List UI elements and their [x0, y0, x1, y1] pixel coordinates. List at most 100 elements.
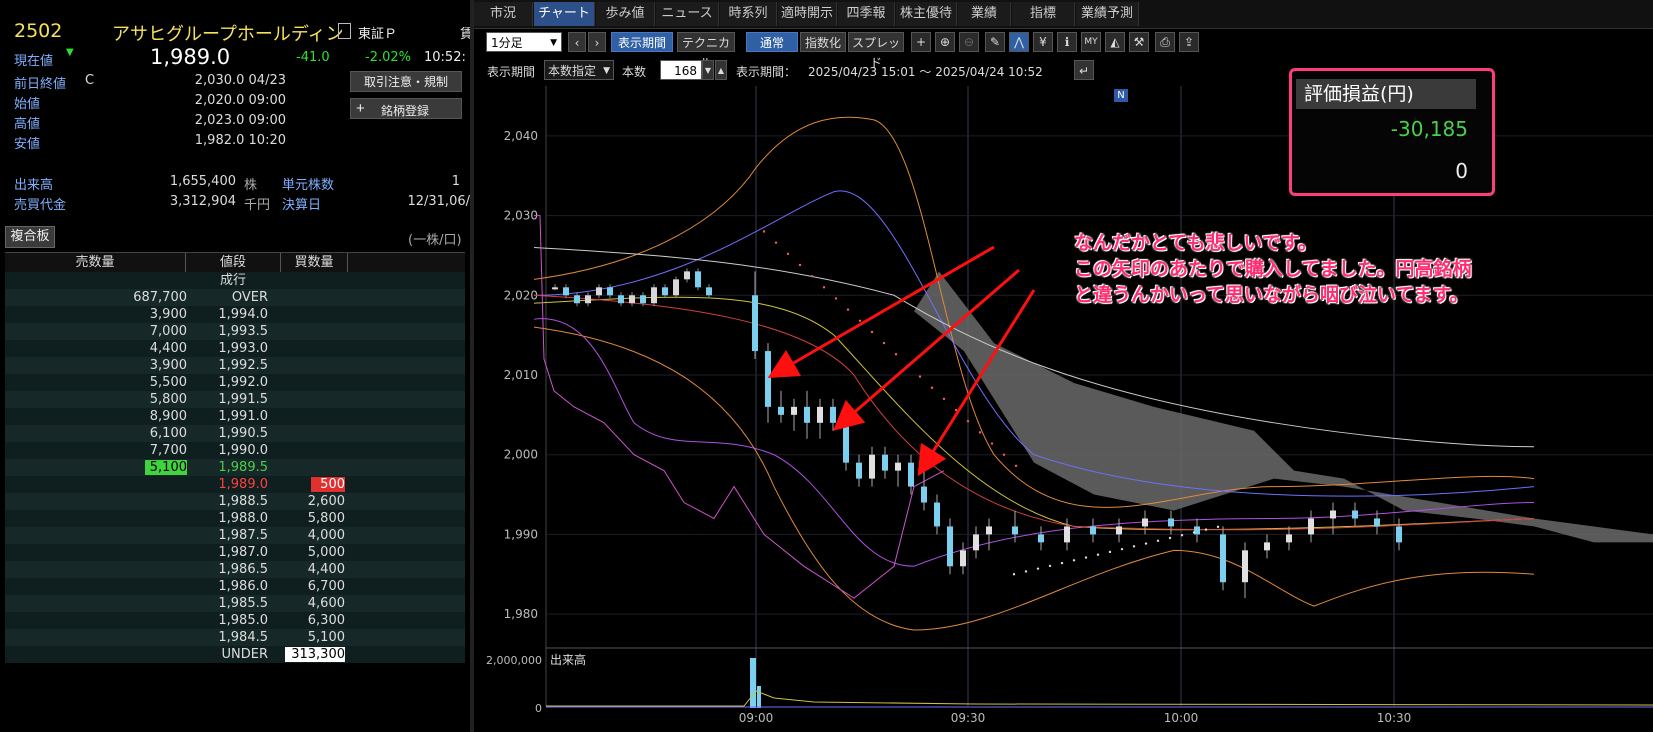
- sar-dot: [1204, 528, 1208, 531]
- orderbook-row[interactable]: 1,988.5 2,600: [5, 493, 465, 510]
- sar-dot: [1096, 553, 1100, 556]
- orderbook-row[interactable]: 1,985.5 4,600: [5, 595, 465, 612]
- orderbook-row[interactable]: 4,400 1,993.0: [5, 340, 465, 357]
- prev-close-label: 前日終値: [14, 77, 67, 92]
- candle-body: [960, 550, 966, 567]
- zoom-out-icon[interactable]: ⊖: [959, 32, 979, 52]
- tab-7[interactable]: 株主優待: [896, 2, 957, 26]
- tab-4[interactable]: 時系列: [720, 2, 777, 26]
- zoom-in-icon[interactable]: ⊕: [935, 32, 955, 52]
- tab-6[interactable]: 四季報: [838, 2, 895, 26]
- candle-body: [765, 351, 771, 407]
- register-stock-button[interactable]: + 銘柄登録: [350, 98, 462, 119]
- return-icon[interactable]: ↵: [1074, 60, 1094, 80]
- tab-composite-board[interactable]: 複合板: [5, 226, 55, 248]
- count-down-icon[interactable]: ▼: [702, 60, 714, 80]
- pencil-icon[interactable]: ✎: [985, 32, 1005, 52]
- wrench-icon[interactable]: ⚒: [1129, 32, 1149, 52]
- current-price: 1,989.0: [150, 45, 231, 69]
- candle-body: [1242, 550, 1248, 583]
- trade-notice-button[interactable]: 取引注意・規制: [350, 71, 462, 92]
- sar-dot: [858, 319, 862, 322]
- orderbook-row[interactable]: 1,987.0 5,000: [5, 544, 465, 561]
- period-label: 表示期間: [487, 65, 536, 79]
- orderbook-price: 1,989.5: [218, 460, 268, 475]
- tab-8[interactable]: 業績: [958, 2, 1011, 26]
- tab-2[interactable]: 歩み値: [596, 2, 655, 26]
- orderbook-row[interactable]: 1,988.0 5,800: [5, 510, 465, 527]
- header-sell-qty: 売数量: [5, 253, 186, 272]
- orderbook-row[interactable]: 1,986.5 4,400: [5, 561, 465, 578]
- candle-body: [607, 287, 613, 296]
- orderbook-sell: 687,700: [133, 290, 187, 305]
- prev-button[interactable]: ‹: [568, 32, 586, 52]
- candle-body: [869, 454, 875, 479]
- orderbook-sell: 4,400: [149, 341, 187, 356]
- orderbook-row[interactable]: 1,984.5 5,100: [5, 629, 465, 646]
- tab-10[interactable]: 業績予測: [1076, 2, 1139, 26]
- my-icon[interactable]: MY: [1081, 32, 1101, 52]
- prev-close-flag: C: [85, 73, 95, 88]
- orderbook-sell: 3,900: [149, 307, 187, 322]
- chart-area-icon[interactable]: ◭: [1105, 32, 1125, 52]
- market-label: 東証Ｐ: [358, 27, 398, 42]
- orderbook-row[interactable]: 5,500 1,992.0: [5, 374, 465, 391]
- orderbook-sell: 8,900: [149, 409, 187, 424]
- count-up-icon[interactable]: ▲: [715, 60, 727, 80]
- orderbook-row[interactable]: UNDER 313,300: [5, 646, 465, 663]
- volume-zero-label: 0: [535, 702, 542, 715]
- orderbook-buy: [281, 391, 345, 408]
- spread-button[interactable]: スプレッド: [848, 32, 904, 70]
- orderbook-row[interactable]: 687,700 OVER: [5, 289, 465, 306]
- tab-1[interactable]: チャート: [534, 2, 595, 26]
- orderbook-row[interactable]: 1,986.0 6,700: [5, 578, 465, 595]
- tab-9[interactable]: 指標: [1012, 2, 1075, 26]
- orderbook-row[interactable]: 6,100 1,990.5: [5, 425, 465, 442]
- count-mode-select[interactable]: 本数指定 ▼: [544, 60, 614, 80]
- print-icon[interactable]: ⎙: [1155, 32, 1175, 52]
- orderbook-header: 売数量 値段 買数量: [5, 252, 465, 273]
- orderbook-row[interactable]: 5,800 1,991.5: [5, 391, 465, 408]
- orderbook-row[interactable]: 8,900 1,991.0: [5, 408, 465, 425]
- yen-icon[interactable]: ¥: [1033, 32, 1053, 52]
- line-tool-icon[interactable]: ⋀: [1009, 32, 1029, 52]
- orderbook-row[interactable]: 1,987.5 4,000: [5, 527, 465, 544]
- sar-dot: [894, 353, 898, 356]
- info-icon[interactable]: ℹ: [1057, 32, 1077, 52]
- orderbook-row[interactable]: 3,900 1,994.0: [5, 306, 465, 323]
- orderbook-buy: 5,100: [307, 630, 345, 645]
- plus-icon[interactable]: +: [911, 32, 931, 52]
- normal-button[interactable]: 通常: [746, 32, 798, 52]
- candle-body: [1220, 534, 1226, 583]
- memo-icon[interactable]: [338, 23, 351, 39]
- candle-body: [1330, 510, 1336, 519]
- candle-body: [895, 462, 901, 471]
- orderbook-sell: [5, 544, 187, 561]
- count-input[interactable]: 168: [660, 60, 702, 80]
- candle-body: [856, 462, 862, 479]
- export-icon[interactable]: ⇪: [1179, 32, 1199, 52]
- candle-body: [574, 295, 580, 304]
- y-tick-label: 2,030: [504, 209, 538, 223]
- period-button[interactable]: 表示期間: [611, 32, 673, 52]
- tab-0[interactable]: 市況: [474, 2, 533, 26]
- orderbook-price: 1,987.5: [218, 528, 268, 543]
- orderbook-row[interactable]: 1,985.0 6,300: [5, 612, 465, 629]
- news-marker[interactable]: N: [1114, 89, 1128, 102]
- tab-3[interactable]: ニュース: [656, 2, 719, 26]
- open-label: 始値: [14, 97, 41, 112]
- orderbook-row[interactable]: 7,000 1,993.5: [5, 323, 465, 340]
- technical-button[interactable]: テクニカル: [677, 32, 735, 70]
- x-tick-label: 09:30: [951, 711, 986, 725]
- sar-dot: [810, 274, 814, 278]
- orderbook-row[interactable]: 5,100 1,989.5: [5, 459, 465, 476]
- orderbook-row[interactable]: 1,989.0 500: [5, 476, 465, 493]
- orderbook-row[interactable]: 3,900 1,992.5: [5, 357, 465, 374]
- sar-dot: [942, 397, 946, 401]
- index-button[interactable]: 指数化: [800, 32, 846, 52]
- orderbook-buy: 500: [320, 477, 345, 492]
- interval-select[interactable]: 1分足 ▼: [486, 32, 562, 52]
- tab-5[interactable]: 適時開示: [778, 2, 837, 26]
- orderbook-row[interactable]: 7,700 1,990.0: [5, 442, 465, 459]
- next-button[interactable]: ›: [588, 32, 606, 52]
